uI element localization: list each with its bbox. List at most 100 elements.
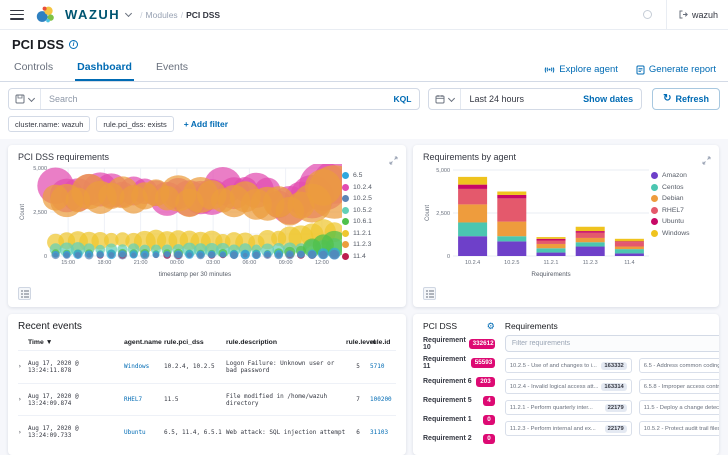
- legend-item[interactable]: 11.2.3: [342, 241, 394, 248]
- legend-item[interactable]: Debian: [651, 195, 703, 202]
- wazuh-logo[interactable]: [36, 5, 55, 24]
- requirement-chip[interactable]: 10.2.4 - Invalid logical access att...16…: [505, 379, 632, 394]
- tab-events[interactable]: Events: [154, 55, 190, 81]
- user-menu[interactable]: wazuh: [666, 0, 718, 30]
- pci-requirement-label: Requirement 2: [423, 435, 472, 442]
- column-header-rule-id[interactable]: rule.id: [370, 339, 396, 346]
- panel-title: PCI DSS requirements: [18, 152, 396, 162]
- refresh-button[interactable]: ↻ Refresh: [652, 88, 720, 110]
- stacked-bar-chart[interactable]: 02,5005,00010.2.410.2.511.2.111.2.311.4R…: [423, 164, 651, 280]
- chevron-down-icon[interactable]: [125, 10, 132, 17]
- bubble-chart[interactable]: 15:0018:0021:0000:0003:0006:0009:0012:00…: [18, 164, 342, 280]
- legend-item[interactable]: 11.2.1: [342, 230, 394, 237]
- table-row[interactable]: ›Aug 17, 2020 @ 13:24:11.878Windows10.2.…: [18, 350, 396, 383]
- inspect-data-icon[interactable]: [18, 287, 31, 300]
- kql-toggle[interactable]: KQL: [385, 94, 419, 104]
- explore-agent-icon: [544, 65, 555, 74]
- requirement-chip-count: 163314: [601, 383, 626, 391]
- column-header-agent-name[interactable]: agent.name: [124, 339, 164, 346]
- requirement-chip[interactable]: 6.5.8 - Improper access control ...29: [639, 379, 719, 394]
- explore-agent-label: Explore agent: [559, 64, 618, 75]
- event-agent-link[interactable]: Windows: [124, 363, 164, 370]
- gear-icon[interactable]: ⚙: [487, 322, 495, 331]
- health-status-icon[interactable]: [643, 10, 652, 19]
- legend-item[interactable]: 6.5: [342, 172, 394, 179]
- inspect-data-icon[interactable]: [423, 287, 436, 300]
- filter-chip[interactable]: cluster.name: wazuh: [8, 116, 90, 132]
- legend-item[interactable]: 10.2.5: [342, 195, 394, 202]
- pci-requirement-row[interactable]: Requirement 1155593: [423, 353, 495, 372]
- menu-icon[interactable]: [10, 10, 24, 20]
- legend-item[interactable]: RHEL7: [651, 207, 703, 214]
- pci-requirement-row[interactable]: Requirement 20: [423, 429, 495, 448]
- filter-chip[interactable]: rule.pci_dss: exists: [96, 116, 173, 132]
- generate-report-button[interactable]: Generate report: [636, 64, 716, 75]
- filter-requirements-input[interactable]: [505, 335, 719, 352]
- date-quick-menu[interactable]: [429, 89, 461, 109]
- pci-requirement-row[interactable]: Requirement 6203: [423, 372, 495, 391]
- tab-controls[interactable]: Controls: [12, 55, 55, 81]
- event-agent-link[interactable]: RHEL7: [124, 396, 164, 403]
- requirement-chip-count: 22179: [605, 425, 627, 433]
- pci-requirement-label: Requirement 6: [423, 378, 472, 385]
- legend-item[interactable]: Ubuntu: [651, 218, 703, 225]
- expand-icon[interactable]: [702, 152, 711, 170]
- pci-requirement-row[interactable]: Requirement 10332612: [423, 334, 495, 353]
- requirement-chip[interactable]: 6.5 - Address common coding ...174: [639, 358, 719, 373]
- saved-query-menu[interactable]: [9, 89, 41, 109]
- pci-requirement-row[interactable]: Requirement 10: [423, 410, 495, 429]
- event-pci-dss: 6.5, 11.4, 6.5.1: [164, 429, 226, 436]
- requirement-chip-label: 6.5.8 - Improper access control ...: [644, 384, 719, 390]
- requirement-chip-count: 163332: [601, 362, 626, 370]
- legend-item[interactable]: 10.2.4: [342, 184, 394, 191]
- expand-icon[interactable]: [389, 152, 398, 170]
- event-rule-id-link[interactable]: 5710: [370, 363, 396, 370]
- legend-item[interactable]: Amazon: [651, 172, 703, 179]
- row-expand-icon[interactable]: ›: [18, 396, 28, 403]
- column-header-rule-pci_dss[interactable]: rule.pci_dss: [164, 339, 226, 346]
- row-expand-icon[interactable]: ›: [18, 363, 28, 370]
- requirement-chip[interactable]: 10.5.2 - Protect audit trail files fr...…: [639, 421, 719, 436]
- legend-label: RHEL7: [662, 207, 684, 214]
- saved-query-icon: [15, 94, 25, 104]
- pci-requirement-label: Requirement 11: [423, 356, 471, 370]
- table-row[interactable]: ›Aug 17, 2020 @ 13:24:09.874RHEL711.5Fil…: [18, 383, 396, 416]
- filter-bar: cluster.name: wazuhrule.pci_dss: exists …: [0, 114, 728, 139]
- requirement-chip-label: 10.5.2 - Protect audit trail files fr...: [644, 426, 719, 432]
- date-range-label[interactable]: Last 24 hours: [461, 94, 575, 104]
- breadcrumb-section[interactable]: Modules: [146, 10, 178, 20]
- dashboard-content: PCI DSS requirements 15:0018:0021:0000:0…: [0, 139, 728, 455]
- legend-label: 6.5: [353, 172, 362, 179]
- legend-item[interactable]: 10.5.2: [342, 207, 394, 214]
- legend-item[interactable]: 11.4: [342, 253, 394, 260]
- search-input[interactable]: [41, 94, 385, 104]
- svg-text:11.4: 11.4: [624, 260, 634, 266]
- add-filter-button[interactable]: + Add filter: [184, 119, 228, 129]
- requirement-chip[interactable]: 10.2.5 - Use of and changes to i...16333…: [505, 358, 632, 373]
- event-rule-id-link[interactable]: 100200: [370, 396, 396, 403]
- column-header-Time[interactable]: Time▼: [28, 339, 124, 346]
- legend-item[interactable]: Windows: [651, 230, 703, 237]
- column-header-rule-description[interactable]: rule.description: [226, 339, 346, 346]
- info-icon[interactable]: i: [69, 40, 78, 49]
- event-rule-id-link[interactable]: 31103: [370, 429, 396, 436]
- legend-dot: [342, 241, 349, 248]
- table-row[interactable]: ›Aug 17, 2020 @ 13:24:09.733Ubuntu6.5, 1…: [18, 415, 396, 448]
- brand-wordmark[interactable]: WAZUH: [65, 7, 120, 22]
- legend-item[interactable]: 10.6.1: [342, 218, 394, 225]
- calendar-icon: [435, 94, 445, 104]
- requirement-chip[interactable]: 11.5 - Deploy a change detectio...28: [639, 400, 719, 415]
- pci-requirement-count-badge: 55593: [471, 358, 495, 368]
- show-dates-button[interactable]: Show dates: [575, 94, 641, 104]
- tab-dashboard[interactable]: Dashboard: [75, 55, 134, 81]
- username-label: wazuh: [692, 10, 718, 20]
- pci-requirement-row[interactable]: Requirement 54: [423, 391, 495, 410]
- requirement-chip[interactable]: 11.2.3 - Perform internal and ex...22179: [505, 421, 632, 436]
- explore-agent-button[interactable]: Explore agent: [544, 64, 618, 75]
- row-expand-icon[interactable]: ›: [18, 429, 28, 436]
- column-header-rule-level[interactable]: rule.level: [346, 339, 370, 346]
- legend-item[interactable]: Centos: [651, 184, 703, 191]
- event-agent-link[interactable]: Ubuntu: [124, 429, 164, 436]
- requirement-chip[interactable]: 11.2.1 - Perform quarterly inter...22179: [505, 400, 632, 415]
- requirement-chip-label: 11.2.1 - Perform quarterly inter...: [510, 405, 593, 411]
